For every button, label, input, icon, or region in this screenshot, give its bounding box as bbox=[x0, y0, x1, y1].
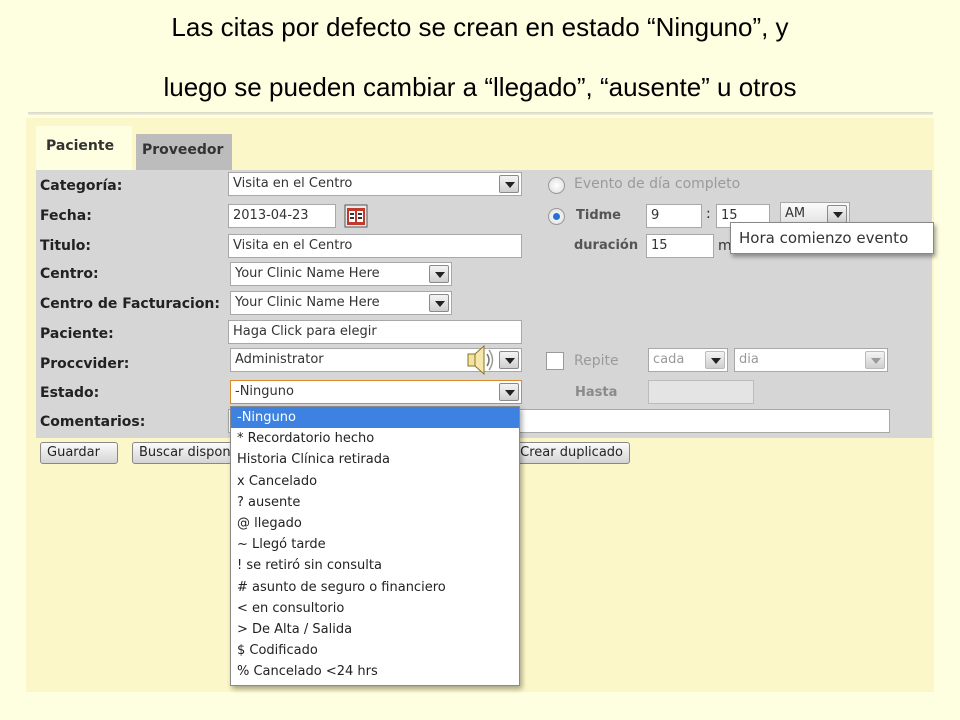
ampm-value: AM bbox=[785, 206, 806, 221]
repeat-unit-select[interactable]: dia bbox=[734, 348, 888, 372]
estado-option[interactable]: # asunto de seguro o financiero bbox=[231, 577, 519, 598]
until-input[interactable] bbox=[648, 380, 754, 404]
label-centro-facturacion: Centro de Facturacion: bbox=[40, 296, 220, 312]
estado-option[interactable]: x Cancelado bbox=[231, 471, 519, 492]
start-time-tooltip: Hora comienzo evento bbox=[730, 222, 934, 254]
estado-option[interactable]: $ Codificado bbox=[231, 640, 519, 661]
chevron-down-icon[interactable] bbox=[499, 383, 519, 401]
label-centro: Centro: bbox=[40, 266, 99, 282]
estado-value: -Ninguno bbox=[235, 384, 294, 399]
proveedor-value: Administrator bbox=[235, 352, 324, 367]
centro-select[interactable]: Your Clinic Name Here bbox=[230, 262, 452, 286]
label-proveedor: Proccvider: bbox=[40, 356, 130, 372]
paciente-input[interactable]: Haga Click para elegir bbox=[228, 320, 522, 344]
estado-option[interactable]: > De Alta / Salida bbox=[231, 619, 519, 640]
label-paciente: Paciente: bbox=[40, 326, 114, 342]
repeat-checkbox[interactable] bbox=[546, 352, 564, 370]
estado-option[interactable]: ~ Llegó tarde bbox=[231, 534, 519, 555]
label-comentarios: Comentarios: bbox=[40, 414, 146, 430]
all-day-event-radio[interactable] bbox=[548, 177, 565, 194]
repeat-unit-value: dia bbox=[739, 352, 759, 367]
speaker-icon[interactable] bbox=[466, 342, 496, 378]
chevron-down-icon[interactable] bbox=[705, 351, 725, 369]
find-available-button[interactable]: Buscar disponible bbox=[132, 442, 242, 464]
hour-input[interactable]: 9 bbox=[646, 204, 702, 228]
slide-title-line-2: luego se pueden cambiar a “llegado”, “au… bbox=[163, 72, 797, 102]
estado-option[interactable]: -Ninguno bbox=[231, 407, 519, 429]
fecha-input[interactable]: 2013-04-23 bbox=[228, 204, 336, 228]
estado-dropdown-list[interactable]: -Ninguno * Recordatorio hecho Historia Clí… bbox=[230, 406, 520, 686]
tab-proveedor[interactable]: Proveedor bbox=[136, 134, 232, 170]
centro-facturacion-select[interactable]: Your Clinic Name Here bbox=[230, 291, 452, 315]
estado-option[interactable]: ? ausente bbox=[231, 492, 519, 513]
all-day-event-label: Evento de día completo bbox=[574, 176, 741, 192]
duration-input[interactable]: 15 bbox=[646, 234, 714, 258]
repeat-every-value: cada bbox=[653, 352, 685, 367]
estado-option[interactable]: ! se retiró sin consulta bbox=[231, 555, 519, 576]
repeat-label: Repite bbox=[574, 353, 619, 369]
categoria-select[interactable]: Visita en el Centro bbox=[228, 172, 522, 196]
chevron-down-icon[interactable] bbox=[499, 175, 519, 193]
time-label: Tidme bbox=[576, 208, 621, 223]
chevron-down-icon[interactable] bbox=[865, 351, 885, 369]
chevron-down-icon[interactable] bbox=[827, 205, 847, 223]
estado-option[interactable]: @ llegado bbox=[231, 513, 519, 534]
label-fecha: Fecha: bbox=[40, 208, 92, 224]
label-categoria: Categoría: bbox=[40, 178, 123, 194]
save-button[interactable]: Guardar bbox=[40, 442, 118, 464]
timed-event-radio[interactable] bbox=[548, 208, 565, 225]
estado-select[interactable]: -Ninguno bbox=[230, 380, 522, 404]
titulo-input[interactable]: Visita en el Centro bbox=[228, 234, 522, 258]
chevron-down-icon[interactable] bbox=[499, 351, 519, 369]
label-titulo: Titulo: bbox=[40, 238, 92, 254]
title-divider bbox=[28, 112, 933, 115]
duration-label: duración bbox=[574, 238, 639, 253]
estado-option[interactable]: * Recordatorio hecho bbox=[231, 428, 519, 449]
estado-option[interactable]: Historia Clínica retirada bbox=[231, 449, 519, 470]
estado-option[interactable]: % Cancelado <24 hrs bbox=[231, 661, 519, 682]
chevron-down-icon[interactable] bbox=[429, 294, 449, 312]
tab-paciente[interactable]: Paciente bbox=[36, 126, 132, 170]
label-estado: Estado: bbox=[40, 385, 100, 401]
chevron-down-icon[interactable] bbox=[429, 265, 449, 283]
until-label: Hasta bbox=[575, 385, 618, 400]
repeat-every-select[interactable]: cada bbox=[648, 348, 728, 372]
time-separator: : bbox=[706, 206, 711, 222]
centro-value: Your Clinic Name Here bbox=[235, 266, 380, 281]
estado-option[interactable]: < en consultorio bbox=[231, 598, 519, 619]
centro-facturacion-value: Your Clinic Name Here bbox=[235, 295, 380, 310]
slide-title-line-1: Las citas por defecto se crean en estado… bbox=[171, 12, 789, 42]
categoria-value: Visita en el Centro bbox=[233, 176, 353, 191]
calendar-icon[interactable] bbox=[344, 204, 368, 228]
